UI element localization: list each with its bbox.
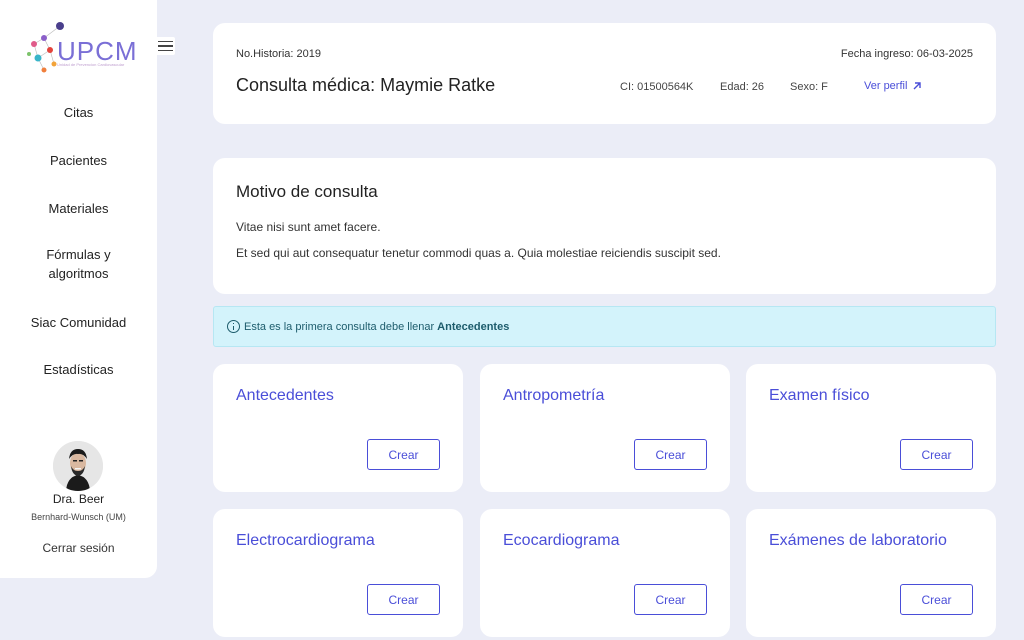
user-name: Dra. Beer bbox=[52, 492, 105, 506]
section-card-examenes-laboratorio: Exámenes de laboratorio Crear bbox=[746, 509, 996, 637]
section-card-antropometria: Antropometría Crear bbox=[480, 364, 730, 492]
page-title: Consulta médica: Maymie Ratke bbox=[236, 75, 496, 95]
section-title: Examen físico bbox=[769, 387, 870, 404]
admission-date: Fecha ingreso: 06-03-2025 bbox=[840, 48, 973, 60]
menu-toggle-icon[interactable] bbox=[155, 37, 175, 55]
crear-examen-fisico-button[interactable]: Crear bbox=[900, 439, 973, 470]
sidebar-item-siac-comunidad[interactable]: Siac Comunidad bbox=[0, 313, 157, 332]
crear-electrocardiograma-button[interactable]: Crear bbox=[367, 584, 440, 615]
crear-antropometria-button[interactable]: Crear bbox=[634, 439, 707, 470]
sidebar-item-materiales[interactable]: Materiales bbox=[0, 199, 157, 218]
patient-age: Edad: 26 bbox=[720, 81, 765, 93]
section-card-antecedentes: Antecedentes Crear bbox=[213, 364, 463, 492]
view-profile-label: Ver perfil bbox=[864, 80, 908, 92]
motivo-text-1: Vitae nisi sunt amet facere. bbox=[236, 220, 381, 234]
logo-subtext: Unidad de Prevencion Cardiovascular bbox=[57, 62, 125, 67]
crear-examenes-laboratorio-button[interactable]: Crear bbox=[900, 584, 973, 615]
patient-sex: Sexo: F bbox=[790, 81, 828, 93]
section-card-examen-fisico: Examen físico Crear bbox=[746, 364, 996, 492]
patient-ci: CI: 01500564K bbox=[620, 81, 694, 93]
upcm-logo[interactable]: UPCM Unidad de Prevencion Cardiovascular bbox=[24, 20, 137, 78]
crear-ecocardiograma-button[interactable]: Crear bbox=[634, 584, 707, 615]
first-consult-alert: Esta es la primera consulta debe llenar … bbox=[213, 306, 996, 347]
sidebar-item-formulas[interactable]: Fórmulas y algoritmos bbox=[0, 245, 157, 283]
motivo-consulta-card: Motivo de consulta Vitae nisi sunt amet … bbox=[213, 158, 996, 294]
section-title: Ecocardiograma bbox=[503, 532, 620, 549]
section-card-electrocardiograma: Electrocardiograma Crear bbox=[213, 509, 463, 637]
avatar[interactable] bbox=[53, 441, 103, 491]
motivo-text-2: Et sed qui aut consequatur tenetur commo… bbox=[236, 246, 721, 260]
sidebar: UPCM Unidad de Prevencion Cardiovascular… bbox=[0, 0, 157, 578]
sidebar-item-estadisticas[interactable]: Estadísticas bbox=[0, 360, 157, 379]
section-title: Electrocardiograma bbox=[236, 532, 375, 549]
user-organization: Bernhard-Wunsch (UM) bbox=[31, 512, 126, 522]
section-title: Antecedentes bbox=[236, 387, 334, 404]
alert-bold-text: Antecedentes bbox=[437, 320, 510, 333]
logout-link[interactable]: Cerrar sesión bbox=[0, 541, 157, 555]
motivo-title: Motivo de consulta bbox=[236, 182, 378, 201]
view-profile-link[interactable]: Ver perfil bbox=[864, 80, 923, 92]
info-icon bbox=[227, 320, 240, 333]
external-arrow-icon bbox=[913, 82, 922, 90]
alert-text: Esta es la primera consulta debe llenar bbox=[244, 320, 435, 333]
section-card-ecocardiograma: Ecocardiograma Crear bbox=[480, 509, 730, 637]
section-title: Exámenes de laboratorio bbox=[769, 532, 947, 549]
sidebar-item-pacientes[interactable]: Pacientes bbox=[0, 151, 157, 170]
crear-antecedentes-button[interactable]: Crear bbox=[367, 439, 440, 470]
historia-number: No.Historia: 2019 bbox=[236, 48, 321, 60]
section-title: Antropometría bbox=[503, 387, 605, 404]
patient-header-card: No.Historia: 2019 Fecha ingreso: 06-03-2… bbox=[213, 23, 996, 124]
sidebar-item-citas[interactable]: Citas bbox=[0, 103, 157, 122]
